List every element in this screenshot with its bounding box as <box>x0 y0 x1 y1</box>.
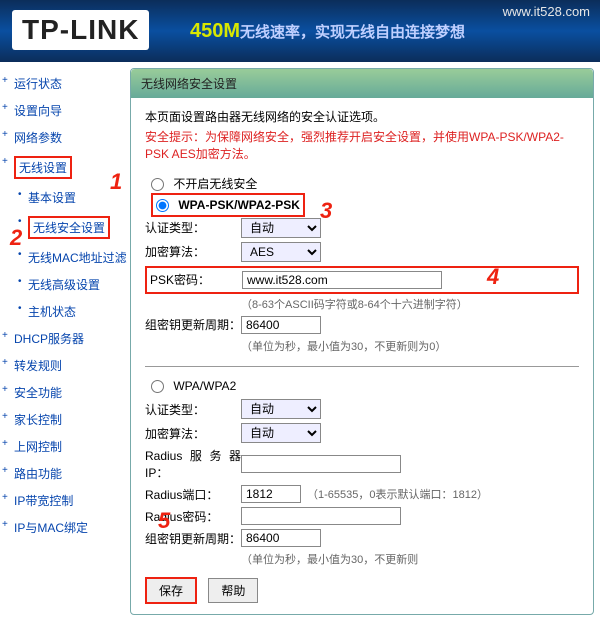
sidebar-item-0[interactable]: 运行状态 <box>0 70 130 97</box>
sidebar-item-2[interactable]: 网络参数 <box>0 124 130 151</box>
enc-algo-label: 加密算法： <box>145 243 241 260</box>
radius-ip-label: Radius服务器IP： <box>145 447 241 481</box>
enc-algo-select[interactable]: AES <box>241 242 321 262</box>
radius-port-label: Radius端口： <box>145 486 241 503</box>
divider <box>145 366 579 367</box>
radius-ip-input[interactable] <box>241 455 401 473</box>
radio-disable-input[interactable] <box>151 178 164 191</box>
sidebar-item-16[interactable]: IP与MAC绑定 <box>0 514 130 541</box>
group-key2-hint: （单位为秒，最小值为30，不更新则 <box>241 551 579 567</box>
button-bar: 保存 帮助 <box>145 577 579 604</box>
radio-wpa-wpa2-input[interactable] <box>151 380 164 393</box>
callout-1: 1 <box>110 169 122 195</box>
psk-password-input[interactable] <box>242 271 442 289</box>
sidebar-item-7[interactable]: 无线高级设置 <box>0 271 130 298</box>
page-description: 本页面设置路由器无线网络的安全认证选项。 <box>145 108 579 125</box>
sidebar-item-15[interactable]: IP带宽控制 <box>0 487 130 514</box>
callout-4: 4 <box>487 264 499 290</box>
group-key-label: 组密钥更新周期： <box>145 316 241 333</box>
header-banner: TP-LINK 450M无线速率，实现无线自由连接梦想 www.it528.co… <box>0 0 600 62</box>
enc-algo2-select[interactable]: 自动 <box>241 423 321 443</box>
callout-5: 5 <box>158 508 170 534</box>
radio-wpa-psk[interactable]: WPA-PSK/WPA2-PSK <box>151 198 579 212</box>
auth-type-label: 认证类型： <box>145 219 241 236</box>
save-button[interactable]: 保存 <box>145 577 197 604</box>
sidebar-item-10[interactable]: 转发规则 <box>0 352 130 379</box>
slogan: 450M无线速率，实现无线自由连接梦想 <box>190 20 465 43</box>
sidebar-item-13[interactable]: 上网控制 <box>0 433 130 460</box>
auth-type-select[interactable]: 自动 <box>241 218 321 238</box>
callout-3: 3 <box>320 198 332 224</box>
radius-port-input[interactable] <box>241 485 301 503</box>
help-button[interactable]: 帮助 <box>208 578 258 603</box>
enc-algo2-label: 加密算法： <box>145 425 241 442</box>
callout-2: 2 <box>10 225 22 251</box>
sidebar-item-14[interactable]: 路由功能 <box>0 460 130 487</box>
page-title: 无线网络安全设置 <box>131 69 593 98</box>
sidebar-nav: 运行状态设置向导网络参数无线设置基本设置无线安全设置无线MAC地址过滤无线高级设… <box>0 62 130 621</box>
group-key2-input[interactable] <box>241 529 321 547</box>
radius-port-hint: （1-65535，0表示默认端口：1812） <box>307 486 488 502</box>
psk-label: PSK密码： <box>150 271 242 288</box>
sidebar-item-12[interactable]: 家长控制 <box>0 406 130 433</box>
sidebar-item-9[interactable]: DHCP服务器 <box>0 325 130 352</box>
watermark-url: www.it528.com <box>503 4 590 19</box>
auth-type2-label: 认证类型： <box>145 401 241 418</box>
security-warning: 安全提示：为保障网络安全，强烈推荐开启安全设置，并使用WPA-PSK/WPA2-… <box>145 129 579 163</box>
sidebar-item-8[interactable]: 主机状态 <box>0 298 130 325</box>
psk-hint: （8-63个ASCII码字符或8-64个十六进制字符） <box>241 296 579 312</box>
radio-disable-security[interactable]: 不开启无线安全 <box>151 175 579 192</box>
radius-pwd-input[interactable] <box>241 507 401 525</box>
auth-type2-select[interactable]: 自动 <box>241 399 321 419</box>
radio-wpa-wpa2[interactable]: WPA/WPA2 <box>151 379 579 393</box>
sidebar-item-1[interactable]: 设置向导 <box>0 97 130 124</box>
group-key-input[interactable] <box>241 316 321 334</box>
group-key-hint: （单位为秒，最小值为30，不更新则为0） <box>241 338 579 354</box>
sidebar-item-11[interactable]: 安全功能 <box>0 379 130 406</box>
brand-logo: TP-LINK <box>12 10 149 50</box>
main-panel: 无线网络安全设置 本页面设置路由器无线网络的安全认证选项。 安全提示：为保障网络… <box>130 68 594 615</box>
radio-wpa-psk-input[interactable] <box>156 199 169 212</box>
